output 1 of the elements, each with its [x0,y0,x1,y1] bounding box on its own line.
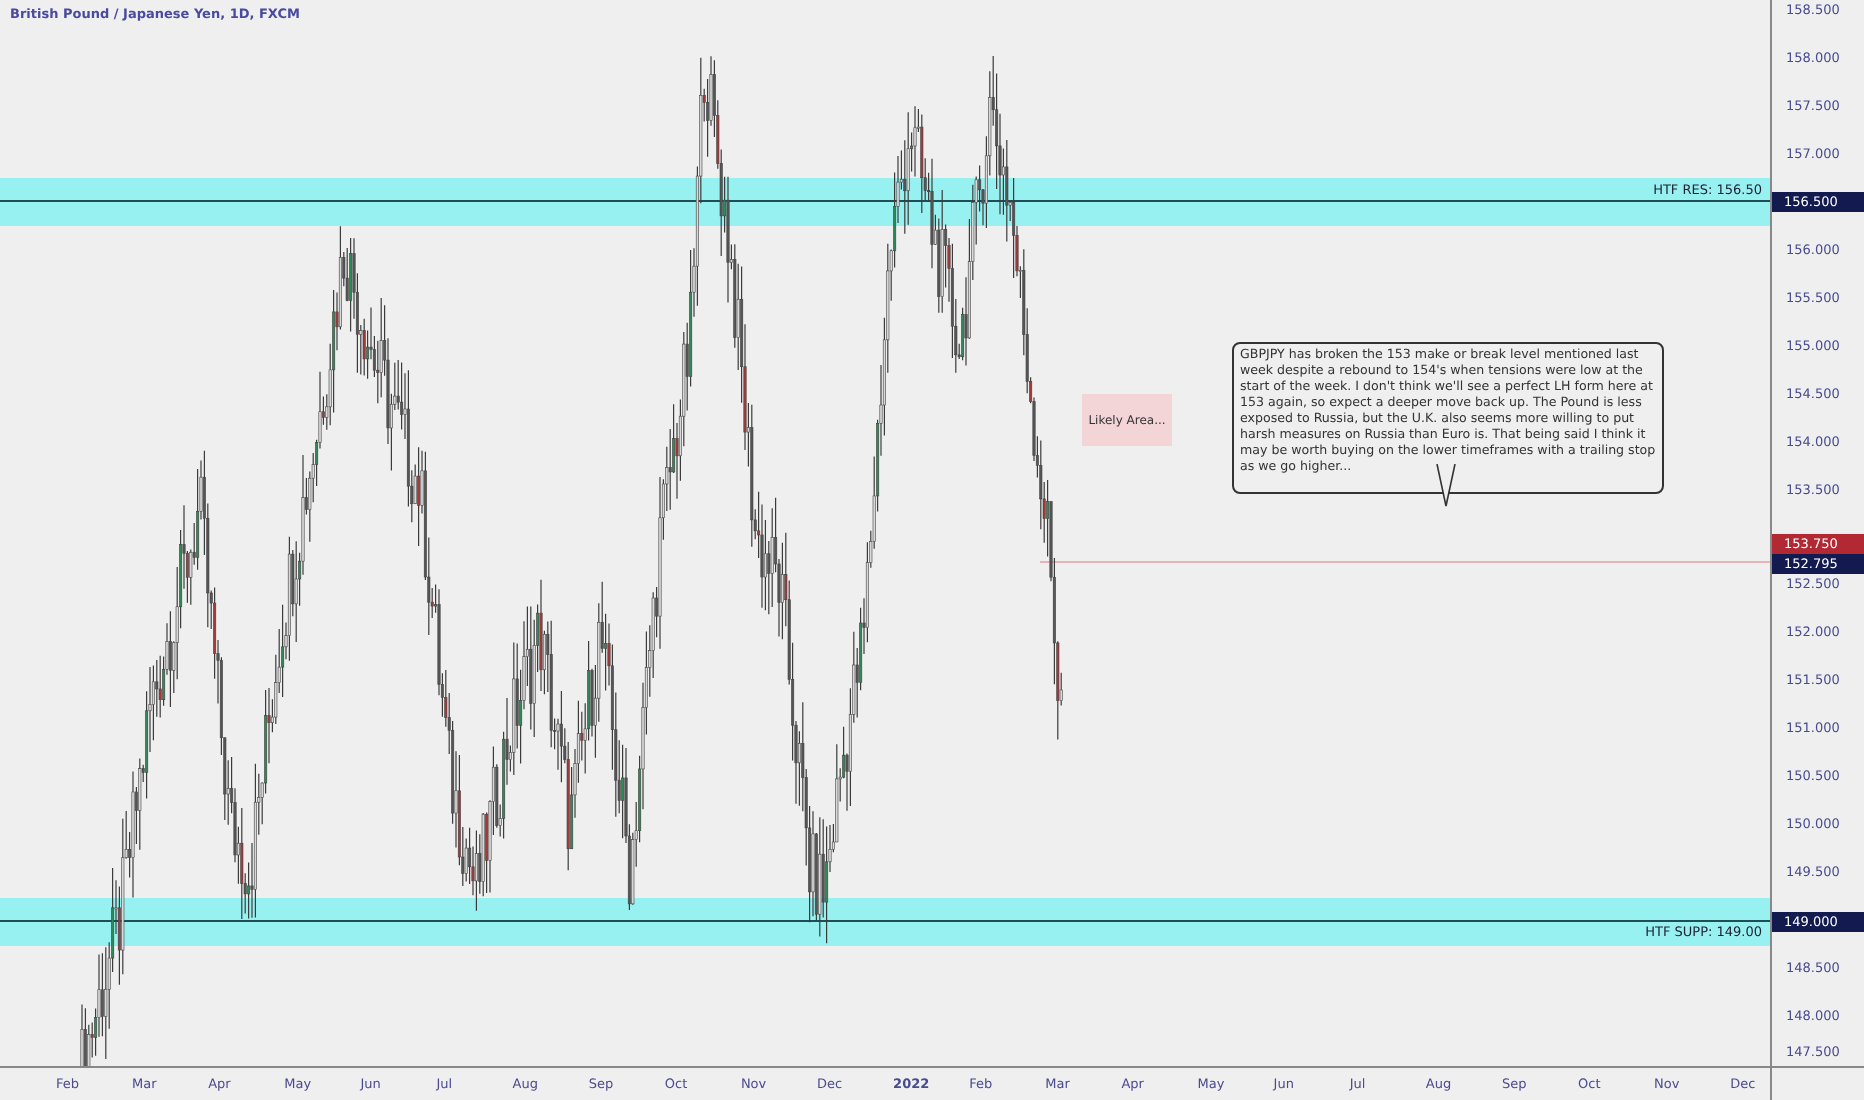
callout-tail-icon [1436,464,1456,508]
